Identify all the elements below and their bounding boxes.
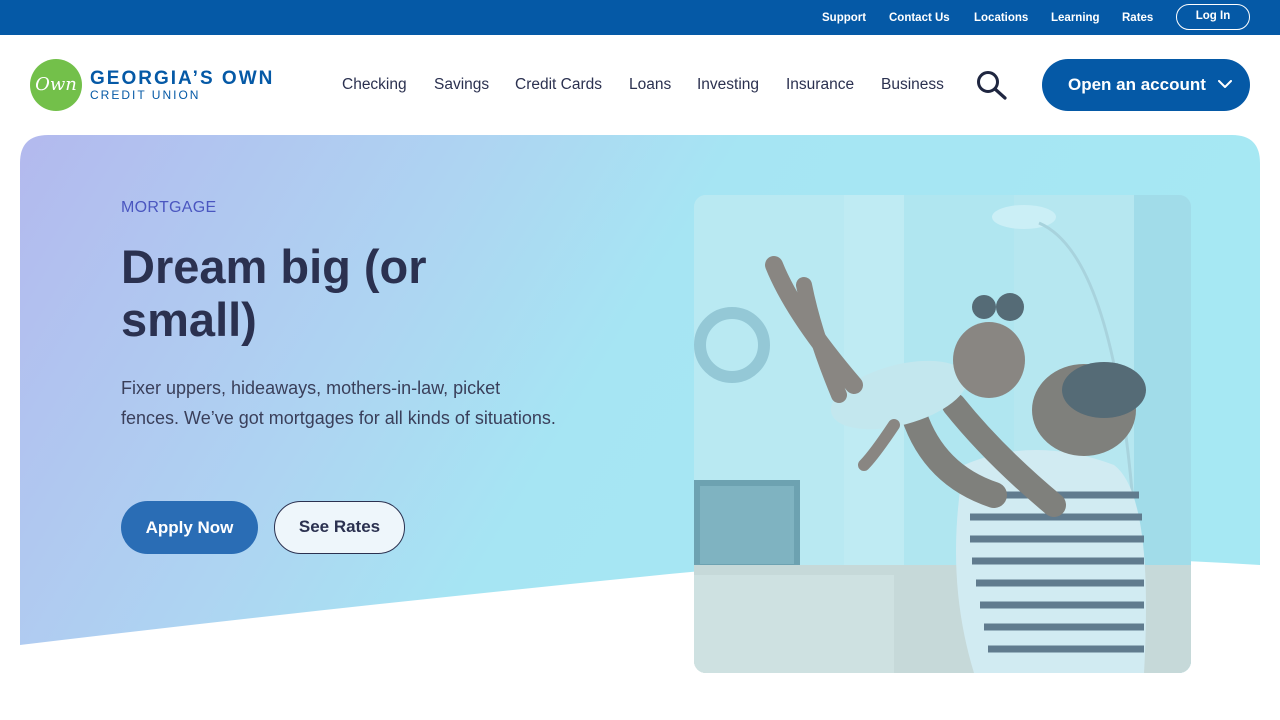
utility-bar: Support Contact Us Locations Learning Ra…: [0, 0, 1280, 35]
utility-link-contact-us[interactable]: Contact Us: [889, 12, 950, 24]
open-account-button[interactable]: Open an account: [1042, 59, 1250, 111]
hero-eyebrow: MORTGAGE: [121, 199, 217, 216]
utility-link-learning[interactable]: Learning: [1051, 12, 1100, 24]
apply-now-button[interactable]: Apply Now: [121, 501, 258, 554]
open-account-label: Open an account: [1068, 75, 1206, 94]
nav-item-credit-cards[interactable]: Credit Cards: [515, 76, 602, 94]
see-rates-button[interactable]: See Rates: [274, 501, 405, 554]
logo-subtitle: CREDIT UNION: [90, 88, 201, 102]
nav-item-investing[interactable]: Investing: [697, 76, 759, 94]
nav-item-checking[interactable]: Checking: [342, 76, 407, 94]
nav-item-insurance[interactable]: Insurance: [786, 76, 854, 94]
utility-link-rates[interactable]: Rates: [1122, 12, 1153, 24]
chevron-down-icon: [1218, 80, 1232, 88]
utility-link-locations[interactable]: Locations: [974, 12, 1028, 24]
logo-mark: Own: [30, 59, 82, 111]
hero-description: Fixer uppers, hideaways, mothers-in-law,…: [121, 378, 556, 428]
logo-name: GEORGIA’S OWN: [90, 68, 275, 89]
utility-link-support[interactable]: Support: [822, 12, 866, 24]
login-button[interactable]: Log In: [1176, 4, 1250, 30]
hero-image: [694, 195, 1191, 673]
nav-item-savings[interactable]: Savings: [434, 76, 489, 94]
hero-headline: Dream big (or small): [121, 240, 427, 346]
search-icon[interactable]: [976, 70, 1008, 100]
nav-item-loans[interactable]: Loans: [629, 76, 671, 94]
nav-item-business[interactable]: Business: [881, 76, 944, 94]
